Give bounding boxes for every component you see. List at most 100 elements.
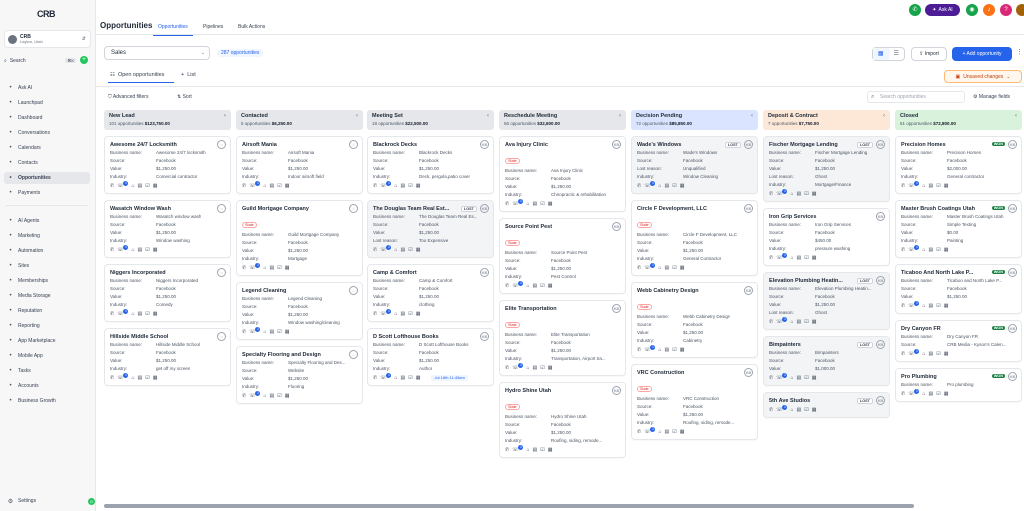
opportunity-card[interactable]: Master Brush Coatings Utah KB WON Business … bbox=[895, 200, 1022, 258]
tag-icon[interactable]: ⌂ bbox=[394, 311, 397, 317]
calendar-icon[interactable]: ▦ bbox=[285, 329, 290, 335]
tab-opportunities[interactable]: Opportunities bbox=[158, 24, 188, 30]
tag-icon[interactable]: ⌂ bbox=[658, 429, 661, 435]
chevron-left-icon[interactable]: ‹ bbox=[487, 113, 489, 119]
ask-ai-button[interactable]: ✦ Ask AI bbox=[925, 4, 960, 16]
calendar-icon[interactable]: ▦ bbox=[153, 247, 158, 253]
assignee-avatar[interactable]: KB bbox=[876, 212, 885, 221]
sidebar-item-calendars[interactable]: • Calendars bbox=[4, 142, 90, 154]
opportunity-card[interactable]: Legend Cleaning ◌ Business name: Legend Cle… bbox=[236, 282, 363, 340]
note-icon[interactable]: ▤ bbox=[929, 391, 934, 397]
opportunity-card[interactable]: Fischer Mortgage Lending KB LOST Business n… bbox=[763, 136, 890, 202]
phone-icon[interactable]: ✆ bbox=[242, 183, 246, 189]
calendar-icon[interactable]: ▦ bbox=[812, 407, 817, 413]
assignee-avatar[interactable]: KB bbox=[1008, 372, 1017, 381]
phone-icon[interactable]: ✆ bbox=[110, 311, 114, 317]
phone-icon[interactable]: ✆ bbox=[110, 247, 114, 253]
tag-icon[interactable]: ⌂ bbox=[131, 375, 134, 381]
assignee-avatar[interactable]: ◌ bbox=[217, 332, 226, 341]
phone-icon[interactable]: ✆ bbox=[901, 183, 905, 189]
task-icon[interactable]: ☑ bbox=[540, 365, 544, 371]
calendar-icon[interactable]: ▦ bbox=[812, 191, 817, 197]
opportunity-card[interactable]: 5th Ave Studios KB LOST ✆ ☏ 1 ⌂ ▤ ☑ ▦ bbox=[763, 392, 890, 418]
phone-icon[interactable]: ✆ bbox=[242, 393, 246, 399]
tag-icon[interactable]: ⌂ bbox=[394, 183, 397, 189]
calendar-icon[interactable]: ▦ bbox=[944, 351, 949, 357]
phone-icon[interactable]: ✆ bbox=[505, 283, 509, 289]
calendar-icon[interactable]: ▦ bbox=[680, 265, 685, 271]
task-icon[interactable]: ☑ bbox=[277, 265, 281, 271]
tag-icon[interactable]: ⌂ bbox=[131, 247, 134, 253]
phone-icon[interactable]: ✆ bbox=[110, 183, 114, 189]
phone-icon[interactable]: ✆ bbox=[901, 391, 905, 397]
tag-icon[interactable]: ⌂ bbox=[526, 201, 529, 207]
calendar-icon[interactable]: ▦ bbox=[153, 183, 158, 189]
assignee-avatar[interactable]: KB bbox=[612, 140, 621, 149]
phone-icon[interactable]: ✆ bbox=[637, 183, 641, 189]
phone-icon[interactable]: ✆ bbox=[373, 311, 377, 317]
chevron-left-icon[interactable]: ‹ bbox=[619, 113, 621, 119]
assignee-avatar[interactable]: KB bbox=[612, 304, 621, 313]
phone-icon[interactable]: ✆ bbox=[505, 447, 509, 453]
tag-icon[interactable]: ⌂ bbox=[131, 183, 134, 189]
bell-icon[interactable]: ♪ bbox=[983, 4, 995, 16]
more-icon[interactable]: ⋮ bbox=[1016, 48, 1023, 56]
assignee-avatar[interactable]: KB bbox=[744, 368, 753, 377]
task-icon[interactable]: ☑ bbox=[145, 183, 149, 189]
assignee-avatar[interactable]: KB bbox=[480, 140, 489, 149]
note-icon[interactable]: ▤ bbox=[797, 191, 802, 197]
assignee-avatar[interactable]: KB bbox=[480, 332, 489, 341]
tag-icon[interactable]: ⌂ bbox=[790, 375, 793, 381]
assignee-avatar[interactable]: KB bbox=[744, 286, 753, 295]
task-icon[interactable]: ☑ bbox=[277, 183, 281, 189]
sidebar-item-memberships[interactable]: • Memberships bbox=[4, 275, 90, 287]
opportunity-card[interactable]: Wasatch Window Wash ◌ Business name: Wasatc… bbox=[104, 200, 231, 258]
sidebar-item-ask-ai[interactable]: • Ask AI bbox=[4, 82, 90, 94]
calendar-icon[interactable]: ▦ bbox=[944, 391, 949, 397]
calendar-icon[interactable]: ▦ bbox=[944, 183, 949, 189]
sidebar-item-tasks[interactable]: • Tasks bbox=[4, 365, 90, 377]
assignee-avatar[interactable]: KB bbox=[876, 276, 885, 285]
assignee-avatar[interactable]: KB bbox=[744, 140, 753, 149]
note-icon[interactable]: ▤ bbox=[138, 375, 143, 381]
task-icon[interactable]: ☑ bbox=[936, 303, 940, 309]
assignee-avatar[interactable]: KB bbox=[744, 204, 753, 213]
manage-fields-button[interactable]: ⚙ Manage fields bbox=[973, 94, 1010, 100]
phone-icon[interactable]: ✆ bbox=[373, 375, 377, 381]
calendar-icon[interactable]: ▦ bbox=[548, 201, 553, 207]
phone-icon[interactable]: ✆ bbox=[637, 347, 641, 353]
pipeline-select[interactable]: Sales ⌄ bbox=[104, 46, 210, 60]
chevron-left-icon[interactable]: ‹ bbox=[224, 113, 226, 119]
phone-icon[interactable]: ✆ bbox=[769, 191, 773, 197]
tag-icon[interactable]: ⌂ bbox=[790, 191, 793, 197]
account-switcher[interactable]: CRB Layton, Utah ⇵ bbox=[4, 30, 91, 48]
opportunity-card[interactable]: Airsoft Mania ◌ Business name: Airsoft Mani… bbox=[236, 136, 363, 194]
calendar-icon[interactable]: ▦ bbox=[548, 365, 553, 371]
note-icon[interactable]: ▤ bbox=[929, 183, 934, 189]
tab-list[interactable]: + List bbox=[181, 72, 196, 78]
sidebar-item-mobile-app[interactable]: • Mobile App bbox=[4, 350, 90, 362]
task-icon[interactable]: ☑ bbox=[408, 247, 412, 253]
tag-icon[interactable]: ⌂ bbox=[790, 319, 793, 325]
phone-icon[interactable]: ✆ bbox=[505, 201, 509, 207]
tag-icon[interactable]: ⌂ bbox=[131, 311, 134, 317]
opportunity-card[interactable]: Pro Plumbing KB WON Business name: Pro plumb… bbox=[895, 368, 1022, 402]
note-icon[interactable]: ▤ bbox=[797, 407, 802, 413]
phone-icon[interactable]: ✆ bbox=[901, 303, 905, 309]
chevron-left-icon[interactable]: ‹ bbox=[883, 113, 885, 119]
sidebar-item-app-marketplace[interactable]: • App Marketplace bbox=[4, 335, 90, 347]
advanced-filters-button[interactable]: ⛉ Advanced filters bbox=[108, 94, 148, 100]
task-icon[interactable]: ☑ bbox=[936, 183, 940, 189]
opportunity-card[interactable]: VRC Construction KB Stale Business name: VRC… bbox=[631, 364, 758, 440]
column-header[interactable]: Closed 61 opportunities $72,800.00 ‹ bbox=[895, 110, 1022, 130]
opportunity-card[interactable]: Hydro Shine Utah KB Stale Business name: Hyd… bbox=[499, 382, 626, 458]
tag-icon[interactable]: ⌂ bbox=[790, 407, 793, 413]
opportunity-card[interactable]: Ticaboo And North Lake P... KB WON Business… bbox=[895, 264, 1022, 314]
opportunity-card[interactable]: Niggers Incorporated ◌ Business name: Nigge… bbox=[104, 264, 231, 322]
sidebar-item-ai-agents[interactable]: • AI Agents bbox=[4, 215, 90, 227]
assignee-avatar[interactable]: KB bbox=[876, 340, 885, 349]
calendar-icon[interactable]: ▦ bbox=[416, 247, 421, 253]
tag-icon[interactable]: ⌂ bbox=[922, 247, 925, 253]
tab-pipelines[interactable]: Pipelines bbox=[203, 24, 223, 30]
sidebar-item-marketing[interactable]: • Marketing bbox=[4, 230, 90, 242]
